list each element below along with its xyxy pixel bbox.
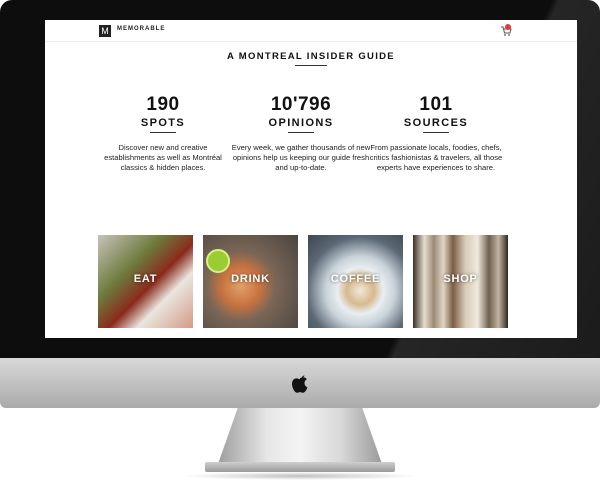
category-tile-eat[interactable]: EAT [98,235,193,328]
stat-description: From passionate locals, foodies, chefs, … [369,143,503,172]
stand-shadow [180,472,420,480]
category-tile-drink[interactable]: DRINK [203,235,298,328]
monitor-foot [205,462,395,472]
stat-divider [150,132,176,133]
category-label: EAT [133,273,158,285]
stat-label: SOURCES [403,117,469,129]
stat-description: Every week, we gather thousands of new o… [231,143,371,172]
stat-description: Discover new and creative establishments… [104,143,222,172]
category-label: DRINK [231,273,270,285]
browser-screen: M MEMORABLE A MONTREAL INSIDER GUIDE 190… [45,20,577,338]
monitor-stand [218,408,382,464]
lime-slice-image [206,249,230,273]
stat-divider [423,132,449,133]
stat-spots: 190 SPOTS Discover new and creative esta… [93,95,233,173]
apple-logo-icon [292,375,308,393]
stat-number: 10'796 [270,94,332,115]
logo-icon[interactable]: M [99,25,111,37]
brand-name[interactable]: MEMORABLE [117,26,165,32]
title-divider [295,65,327,66]
stat-opinions: 10'796 OPINIONS Every week, we gather th… [231,95,371,173]
stat-number: 101 [419,94,453,115]
top-navbar: M MEMORABLE [45,20,577,42]
category-tile-coffee[interactable]: COFFEE [308,235,403,328]
category-tile-shop[interactable]: SHOP [413,235,508,328]
page-title: A MONTREAL INSIDER GUIDE [227,51,395,62]
stat-number: 190 [146,94,180,115]
category-label: SHOP [443,273,478,285]
stat-divider [288,132,314,133]
cart-badge [505,24,511,30]
category-label: COFFEE [330,273,381,285]
stat-label: SPOTS [140,117,186,129]
stat-sources: 101 SOURCES From passionate locals, food… [366,95,506,173]
stat-label: OPINIONS [268,117,334,129]
